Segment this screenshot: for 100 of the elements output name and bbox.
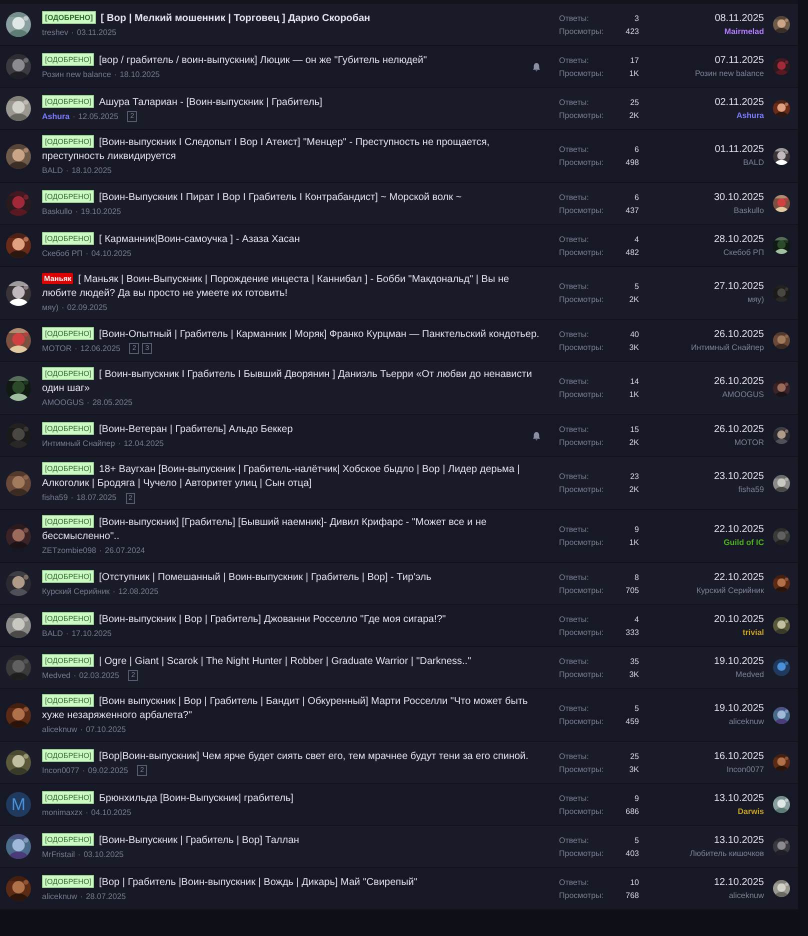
views-label: Просмотры: <box>559 68 604 80</box>
author-name[interactable]: мяу) <box>42 302 58 314</box>
author-name[interactable]: aliceknuw <box>42 890 78 902</box>
author-name[interactable]: BALD <box>42 165 63 177</box>
replies-count: 9 <box>634 524 639 536</box>
thread-date: 03.11.2025 <box>76 26 116 38</box>
last-post-date[interactable]: 30.10.2025 <box>639 190 764 204</box>
author-name[interactable]: aliceknuw <box>42 724 78 736</box>
last-post-date[interactable]: 16.10.2025 <box>639 750 764 762</box>
separator-dot: · <box>78 848 81 860</box>
last-post-date[interactable]: 07.11.2025 <box>639 54 764 66</box>
last-post-date[interactable]: 22.10.2025 <box>639 570 764 584</box>
last-poster-name[interactable]: aliceknuw <box>639 715 764 728</box>
replies-count: 6 <box>634 192 639 204</box>
last-poster-name[interactable]: Курский Серийник <box>639 584 764 596</box>
author-name[interactable]: BALD <box>42 628 63 640</box>
replies-label: Ответы: <box>559 614 589 626</box>
last-poster-name[interactable]: fisha59 <box>639 483 764 496</box>
separator-dot: · <box>74 342 78 354</box>
last-poster-name[interactable]: Скебоб РП <box>639 246 764 258</box>
author-name[interactable]: Medved <box>42 670 70 682</box>
last-post-date[interactable]: 19.10.2025 <box>639 654 764 668</box>
last-poster-name[interactable]: Розин new balance <box>639 66 764 80</box>
author-name[interactable]: AMOOGUS <box>42 397 84 409</box>
thread-date: 04.10.2025 <box>91 806 132 818</box>
separator-dot: · <box>114 68 117 80</box>
last-poster-name[interactable]: AMOOGUS <box>639 388 764 401</box>
last-post-date[interactable]: 02.11.2025 <box>639 96 764 108</box>
last-post-date[interactable]: 27.10.2025 <box>639 280 764 293</box>
last-post-date[interactable]: 12.10.2025 <box>639 876 764 888</box>
last-poster-name[interactable]: trivial <box>639 626 764 638</box>
last-poster-name[interactable]: Darwis <box>639 804 764 818</box>
author-name[interactable]: Курский Серийник <box>42 586 110 598</box>
replies-label: Ответы: <box>559 192 589 204</box>
replies-count: 10 <box>630 876 639 888</box>
views-count: 3K <box>629 668 639 680</box>
last-poster-name[interactable]: Guild of IC <box>639 536 764 549</box>
last-poster-name[interactable]: Medved <box>639 668 764 680</box>
last-poster-name[interactable]: aliceknuw <box>639 888 764 902</box>
views-count: 1K <box>629 537 639 549</box>
replies-label: Ответы: <box>559 656 589 668</box>
author-name[interactable]: monimaxzx <box>42 806 82 818</box>
author-name[interactable]: fisha59 <box>42 492 68 504</box>
author-name[interactable]: MOTOR <box>42 342 72 354</box>
author-name[interactable]: Ashura <box>42 110 70 122</box>
replies-count: 3 <box>634 12 639 24</box>
last-post-date[interactable]: 26.10.2025 <box>639 422 764 436</box>
replies-count: 9 <box>634 792 639 804</box>
avatar[interactable]: M <box>6 792 31 817</box>
views-count: 768 <box>626 890 639 902</box>
author-name[interactable]: Скебоб РП <box>42 248 83 260</box>
last-post-date[interactable]: 26.10.2025 <box>639 328 764 340</box>
separator-dot: · <box>80 890 83 902</box>
last-post-date[interactable]: 01.11.2025 <box>639 143 764 156</box>
replies-count: 14 <box>630 376 639 388</box>
last-poster-name[interactable]: Любитель кишочков <box>639 846 764 860</box>
author-name[interactable]: treshev <box>42 26 68 38</box>
separator-dot: · <box>62 302 64 314</box>
thread-date: 18.07.2025 <box>76 492 117 504</box>
replies-label: Ответы: <box>559 572 589 584</box>
last-post-date[interactable]: 28.10.2025 <box>639 232 764 246</box>
last-post-date[interactable]: 23.10.2025 <box>639 470 764 483</box>
last-post-date[interactable]: 13.10.2025 <box>639 834 764 846</box>
last-poster-name[interactable]: Интимный Снайпер <box>639 340 764 354</box>
author-name[interactable]: Интимный Снайпер <box>42 438 116 450</box>
replies-label: Ответы: <box>559 703 589 715</box>
separator-dot: · <box>99 545 102 557</box>
separator-dot: · <box>82 764 86 776</box>
last-poster-name[interactable]: MOTOR <box>639 436 764 448</box>
last-post-date[interactable]: 20.10.2025 <box>639 612 764 626</box>
author-name[interactable]: MrFristail <box>42 848 75 860</box>
last-post-date[interactable]: 13.10.2025 <box>639 792 764 804</box>
author-name[interactable]: Incon0077 <box>42 764 80 776</box>
views-label: Просмотры: <box>559 806 604 818</box>
author-name[interactable]: Розин new balance <box>42 68 112 80</box>
replies-count: 25 <box>630 96 639 108</box>
last-post-date[interactable]: 08.11.2025 <box>639 12 764 24</box>
last-poster-name[interactable]: Baskullo <box>639 204 764 216</box>
replies-count: 23 <box>630 471 639 483</box>
views-count: 498 <box>626 157 639 169</box>
last-post-date[interactable]: 26.10.2025 <box>639 375 764 388</box>
last-poster-name[interactable]: Incon0077 <box>639 762 764 776</box>
last-poster-name[interactable]: Ashura <box>639 108 764 122</box>
replies-label: Ответы: <box>559 328 589 340</box>
separator-dot: · <box>66 628 69 640</box>
last-poster-name[interactable]: BALD <box>639 156 764 169</box>
views-label: Просмотры: <box>559 848 604 860</box>
views-count: 2K <box>629 294 639 306</box>
replies-count: 5 <box>634 834 639 846</box>
last-post-date[interactable]: 22.10.2025 <box>639 523 764 536</box>
thread-date: 12.05.2025 <box>78 110 118 122</box>
author-name[interactable]: ZETzombie098 <box>42 545 96 557</box>
author-name[interactable]: Baskullo <box>42 206 72 218</box>
views-count: 333 <box>626 626 639 638</box>
views-count: 2K <box>629 110 639 122</box>
last-post-date[interactable]: 19.10.2025 <box>639 702 764 715</box>
replies-count: 8 <box>634 572 639 584</box>
last-poster-name[interactable]: мяу) <box>639 293 764 306</box>
last-poster-name[interactable]: Mairmelad <box>639 24 764 38</box>
separator-dot: · <box>72 110 76 122</box>
